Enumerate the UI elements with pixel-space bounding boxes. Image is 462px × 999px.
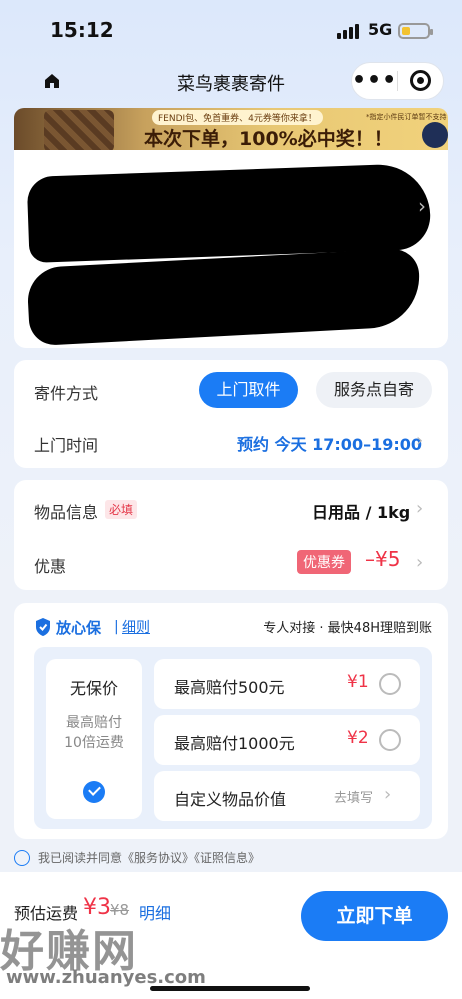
no-insurance-desc-line1: 最高赔付 <box>66 715 122 731</box>
chevron-right-icon: › <box>416 498 424 519</box>
home-indicator <box>150 986 310 991</box>
banner-subtitle: FENDI包、免首重券、4元券等你来拿！ <box>152 110 323 125</box>
custom-value-hint: 去填写 <box>334 791 374 806</box>
agreement-checkbox[interactable] <box>14 849 30 866</box>
insurance-option-1000[interactable]: 最高赔付1000元 ¥2 <box>154 715 420 765</box>
insurance-option-500[interactable]: 最高赔付500元 ¥1 <box>154 659 420 709</box>
insurance-separator: | <box>114 619 119 635</box>
custom-value-label: 自定义物品价值 <box>174 790 287 809</box>
status-time: 15:12 <box>50 18 114 42</box>
insurance-option-price: ¥2 <box>347 728 369 748</box>
signal-icon <box>337 24 359 39</box>
battery-icon <box>398 23 433 39</box>
address-card[interactable]: › <box>14 150 448 348</box>
handbag-image <box>44 110 114 152</box>
radio-button[interactable] <box>379 729 401 751</box>
radio-button[interactable] <box>379 673 401 695</box>
banner-headline: 本次下单，100%必中奖！！ <box>144 128 393 150</box>
ship-method-card: 寄件方式 上门取件 服务点自寄 上门时间 预约 今天 17:00–19:00 › <box>14 360 448 468</box>
goods-card: 物品信息 必填 日用品 / 1kg › 优惠 优惠券 –¥5 › <box>14 480 448 590</box>
custom-value-option[interactable]: 自定义物品价值 去填写 › <box>154 771 420 821</box>
checked-icon[interactable] <box>83 781 105 803</box>
status-bar: 15:12 5G <box>0 0 462 60</box>
no-insurance-desc-line2: 10倍运费 <box>64 735 124 751</box>
pickup-time-label: 上门时间 <box>34 436 99 455</box>
insurance-tagline: 专人对接 · 最快48H理赔到账 <box>263 621 432 636</box>
more-icon[interactable]: ••• <box>352 70 397 92</box>
promo-banner[interactable]: FENDI包、免首重券、4元券等你来拿！ 本次下单，100%必中奖！！ *指定小… <box>14 108 448 154</box>
coupon-badge[interactable]: 优惠券 <box>297 550 351 574</box>
agreement-row[interactable]: 我已阅读并同意《服务协议》《证照信息》 <box>14 849 260 866</box>
shield-icon <box>36 618 50 636</box>
no-insurance-desc: 最高赔付 10倍运费 <box>46 713 142 753</box>
self-dropoff-button[interactable]: 服务点自寄 <box>316 372 432 408</box>
redacted-receiver <box>26 247 422 347</box>
redacted-sender <box>26 163 432 263</box>
required-badge: 必填 <box>105 500 138 519</box>
watermark-url: www.zhuanyes.com <box>6 967 206 988</box>
network-type: 5G <box>368 20 393 39</box>
no-insurance-option[interactable]: 无保价 最高赔付 10倍运费 <box>46 659 142 819</box>
mascot-icon <box>422 122 448 148</box>
bottom-bar: 预估运费 ¥3 ¥8 明细 立即下单 好赚网 www.zhuanyes.com <box>0 872 462 999</box>
goods-value[interactable]: 日用品 / 1kg <box>312 499 410 523</box>
insurance-detail-link[interactable]: 细则 <box>122 617 150 637</box>
insurance-option-price: ¥1 <box>347 672 369 692</box>
goods-label: 物品信息 <box>34 503 99 522</box>
pickup-time-value[interactable]: 预约 今天 17:00–19:00 <box>237 431 422 455</box>
ship-method-label: 寄件方式 <box>34 384 99 403</box>
insurance-card: 放心保 | 细则 专人对接 · 最快48H理赔到账 无保价 最高赔付 10倍运费… <box>14 603 448 839</box>
close-target-icon[interactable] <box>398 63 443 99</box>
chevron-right-icon: › <box>416 552 424 573</box>
agreement-text[interactable]: 我已阅读并同意《服务协议》《证照信息》 <box>38 849 260 866</box>
chevron-right-icon: › <box>418 194 426 218</box>
submit-order-button[interactable]: 立即下单 <box>301 891 448 941</box>
chevron-right-icon: › <box>416 430 424 451</box>
door-pickup-button[interactable]: 上门取件 <box>199 372 298 408</box>
miniprogram-capsule: ••• <box>351 62 444 100</box>
coupon-amount[interactable]: –¥5 <box>365 547 400 571</box>
banner-note: *指定小件民订单暂不支持 <box>366 113 447 121</box>
nav-bar: 菜鸟裹裹寄件 ••• <box>0 60 462 104</box>
no-insurance-title: 无保价 <box>69 679 118 698</box>
insurance-option-label: 最高赔付1000元 <box>174 734 295 753</box>
insurance-brand: 放心保 <box>56 619 102 637</box>
discount-label: 优惠 <box>34 557 67 576</box>
fee-detail-link[interactable]: 明细 <box>139 900 171 924</box>
insurance-options: 无保价 最高赔付 10倍运费 最高赔付500元 ¥1 最高赔付1000元 ¥2 … <box>34 647 432 829</box>
insurance-option-label: 最高赔付500元 <box>174 678 285 697</box>
chevron-right-icon: › <box>384 784 392 805</box>
